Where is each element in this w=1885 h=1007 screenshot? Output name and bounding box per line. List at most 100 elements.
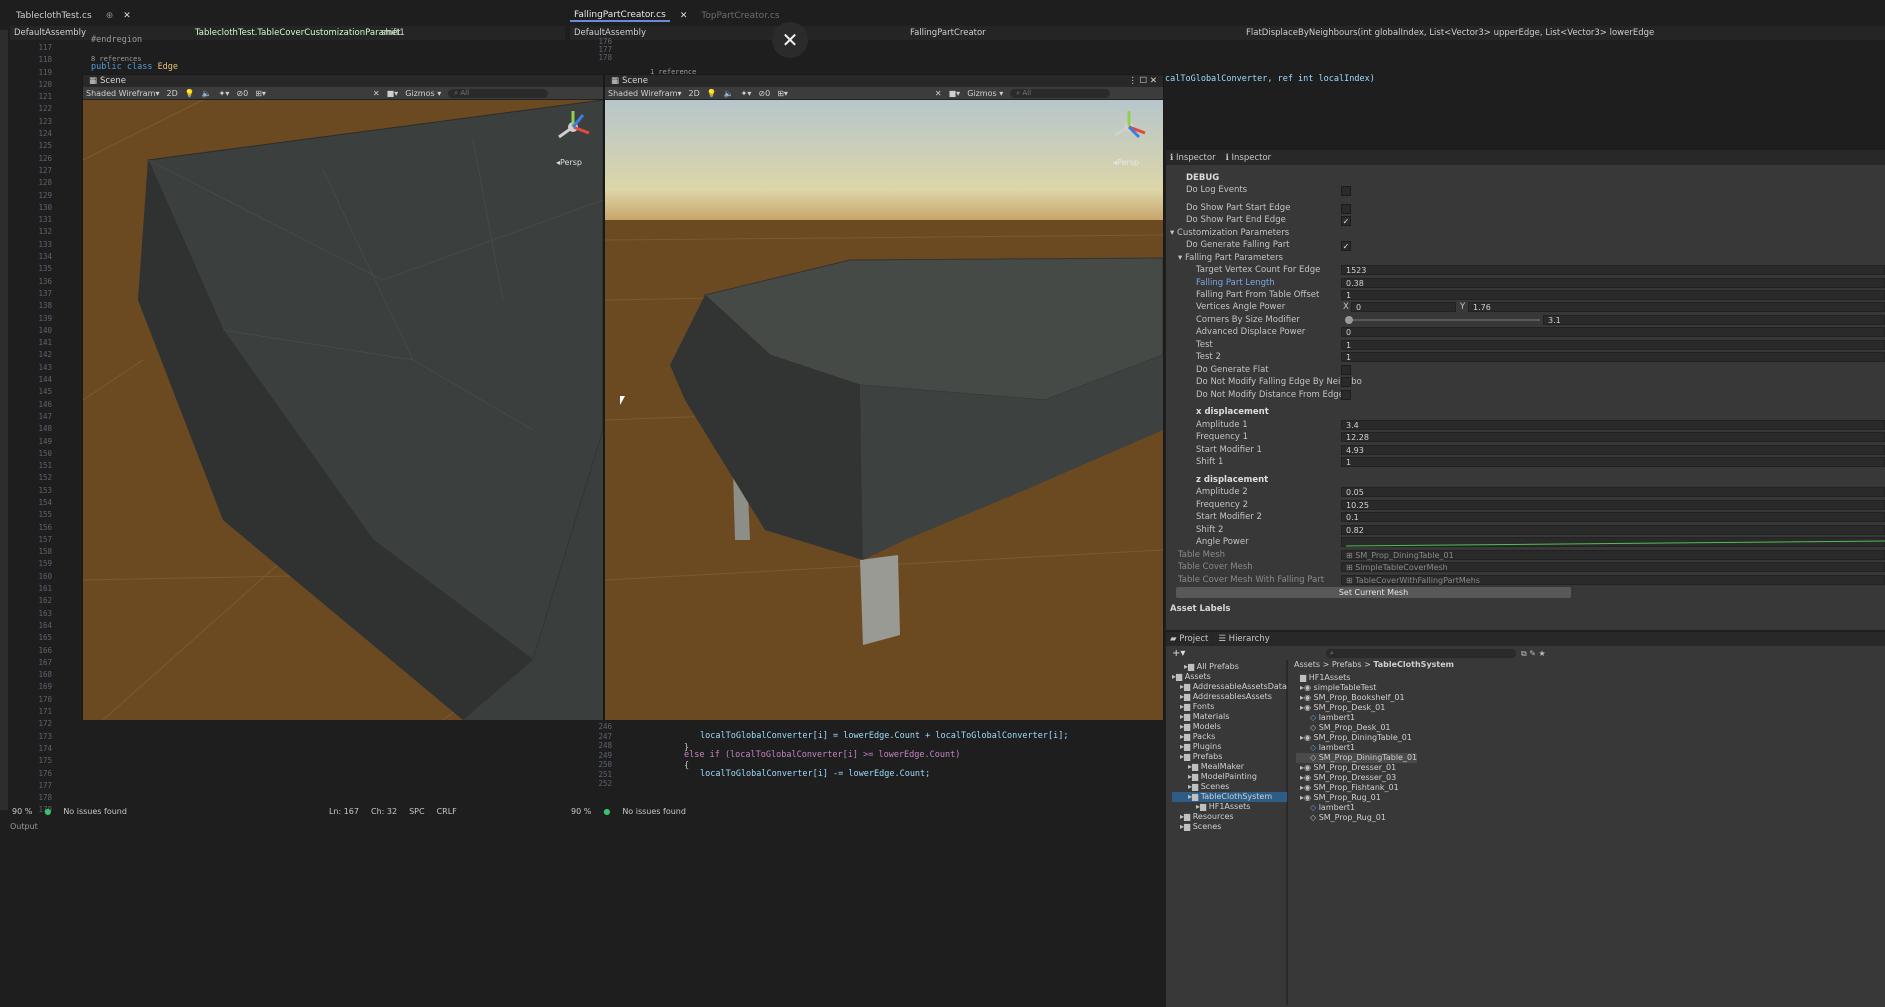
folder-tree-item[interactable]: ▸▆ Resources	[1172, 812, 1287, 822]
asset-labels-header[interactable]: Asset Labels	[1170, 604, 1230, 616]
nav-member[interactable]: shift1	[381, 28, 405, 38]
asset-list-item[interactable]: ◇ SM_Prop_Rug_01	[1296, 813, 1417, 823]
folder-tree-item[interactable]: ▸▆ All Prefabs	[1172, 662, 1287, 672]
effects-icon[interactable]: ✦▾	[741, 89, 752, 98]
lighting-icon[interactable]: 💡	[185, 89, 195, 98]
checkbox-no-modify-distance[interactable]	[1341, 390, 1351, 400]
asset-list-item[interactable]: ▸◉ SM_Prop_Fishtank_01	[1296, 783, 1417, 793]
shading-mode-dropdown[interactable]: Shaded Wirefram▾	[608, 89, 681, 98]
zoom-level[interactable]: 90 %	[571, 807, 591, 816]
field-target-vertex[interactable]: 1523	[1341, 265, 1885, 275]
scene-tab[interactable]: ▦ Scene	[83, 75, 603, 87]
asset-list-item[interactable]: ▸◉ simpleTableTest	[1296, 683, 1417, 693]
asset-list-item[interactable]: ▸◉ SM_Prop_Rug_01	[1296, 793, 1417, 803]
tab-tableclothtest[interactable]: TableclothTest.cs	[12, 11, 96, 21]
folder-tree-item[interactable]: ▸▆ TableClothSystem	[1172, 792, 1287, 802]
nav-class[interactable]: FallingPartCreator	[910, 28, 1240, 38]
line-ending[interactable]: CRLF	[437, 807, 457, 816]
slider-thumb[interactable]	[1345, 316, 1353, 324]
checkbox-no-modify-falling[interactable]	[1341, 377, 1351, 387]
folder-tree-item[interactable]: ▸▆ ModelPainting	[1172, 772, 1287, 782]
field-shift-1[interactable]: 1	[1341, 457, 1885, 467]
field-falling-length[interactable]: 0.38	[1341, 278, 1885, 288]
field-angle-y[interactable]: 1.76	[1468, 302, 1885, 312]
camera-icon[interactable]: ■▾	[949, 89, 961, 98]
close-overlay-button[interactable]: ✕	[772, 22, 808, 58]
breadcrumb-item[interactable]: Prefabs	[1332, 660, 1362, 669]
nav-assembly[interactable]: DefaultAssembly	[574, 28, 904, 38]
camera-icon[interactable]: ■▾	[387, 89, 399, 98]
folder-tree-item[interactable]: ▸▆ Packs	[1172, 732, 1287, 742]
grid-icon[interactable]: ⊞▾	[255, 89, 266, 98]
breadcrumb-item[interactable]: TableClothSystem	[1373, 660, 1454, 669]
tab-project[interactable]: ▰ Project	[1170, 634, 1208, 644]
asset-list-item[interactable]: ◇ lambert1	[1296, 713, 1417, 723]
folder-tree-item[interactable]: ▸▆ AddressableAssetsData	[1172, 682, 1287, 692]
field-start-modifier-2[interactable]: 0.1	[1341, 512, 1885, 522]
folder-tree-item[interactable]: ▸▆ Materials	[1172, 712, 1287, 722]
folder-tree-item[interactable]: ▸▆ Plugins	[1172, 742, 1287, 752]
whitespace-mode[interactable]: SPC	[409, 807, 425, 816]
gizmos-dropdown[interactable]: Gizmos ▾	[405, 89, 441, 98]
folder-tree-item[interactable]: ▸▆ AddressablesAssets	[1172, 692, 1287, 702]
scene-search-input[interactable]: ⌕ All	[1010, 88, 1111, 98]
toggle-2d-button[interactable]: 2D	[688, 89, 699, 98]
nav-method[interactable]: FlatDisplaceByNeighbours(int globalIndex…	[1246, 28, 1654, 38]
scene-viewport[interactable]	[605, 100, 1163, 720]
grid-icon[interactable]: ⊞▾	[777, 89, 788, 98]
field-cover-falling-mesh[interactable]: ⊞ TableCoverWithFallingPartMehs	[1341, 575, 1885, 585]
field-test[interactable]: 1	[1341, 340, 1885, 350]
scene-tab[interactable]: ▦ Scene ⋮ ☐ ✕	[605, 75, 1163, 87]
field-table-mesh[interactable]: ⊞ SM_Prop_DiningTable_01	[1341, 550, 1885, 560]
lighting-icon[interactable]: 💡	[707, 89, 717, 98]
checkbox-show-start-edge[interactable]	[1341, 204, 1351, 214]
add-asset-button[interactable]: +▾	[1172, 648, 1185, 659]
scene-search-input[interactable]: ⌕ All	[448, 88, 549, 98]
tab-hierarchy[interactable]: ☰ Hierarchy	[1218, 634, 1269, 644]
field-shift-2[interactable]: 0.82	[1341, 525, 1885, 535]
close-icon[interactable]: ✕	[123, 11, 131, 21]
folder-tree-item[interactable]: ▸▆ HF1Assets	[1172, 802, 1287, 812]
asset-list-item[interactable]: ▸◉ SM_Prop_Desk_01	[1296, 703, 1417, 713]
tools-icon[interactable]: ✕	[935, 89, 942, 98]
shading-mode-dropdown[interactable]: Shaded Wirefram▾	[86, 89, 159, 98]
asset-list-item[interactable]: ▸◉ SM_Prop_DiningTable_01	[1296, 733, 1417, 743]
checkbox-show-end-edge[interactable]: ✓	[1341, 216, 1351, 226]
zoom-level[interactable]: 90 %	[12, 807, 32, 816]
breadcrumb-item[interactable]: Assets	[1294, 660, 1320, 669]
project-toolbar-icons[interactable]: ⧉ ✎ ★	[1521, 649, 1546, 659]
issues-status[interactable]: No issues found	[63, 807, 127, 816]
checkbox-generate-flat[interactable]	[1341, 365, 1351, 375]
falling-part-foldout[interactable]: ▾ Falling Part Parameters	[1178, 253, 1283, 265]
field-test-2[interactable]: 1	[1341, 352, 1885, 362]
field-start-modifier-1[interactable]: 4.93	[1341, 445, 1885, 455]
checkbox-generate-falling[interactable]: ✓	[1341, 241, 1351, 251]
set-current-mesh-button[interactable]: Set Current Mesh	[1176, 587, 1571, 598]
asset-list-item[interactable]: ◇ lambert1	[1296, 803, 1417, 813]
folder-tree-item[interactable]: ▸▆ Prefabs	[1172, 752, 1287, 762]
tab-inspector-2[interactable]: ℹ Inspector	[1226, 153, 1272, 163]
field-amplitude-2[interactable]: 0.05	[1341, 487, 1885, 497]
field-advanced-displace[interactable]: 0	[1341, 327, 1885, 337]
projection-label[interactable]: ◂Persp	[556, 158, 582, 167]
field-corners-modifier[interactable]: 3.1	[1543, 315, 1885, 325]
customization-foldout[interactable]: ▾ Customization Parameters	[1170, 228, 1289, 240]
asset-list-item[interactable]: ▸◉ SM_Prop_Bookshelf_01	[1296, 693, 1417, 703]
field-angle-x[interactable]: 0	[1351, 302, 1456, 312]
asset-list-item[interactable]: ◇ SM_Prop_Desk_01	[1296, 723, 1417, 733]
folder-tree-item[interactable]: ▸▆ MealMaker	[1172, 762, 1287, 772]
folder-tree-item[interactable]: ▸▆ Scenes	[1172, 782, 1287, 792]
orientation-gizmo[interactable]	[1109, 107, 1149, 147]
asset-list-item[interactable]: ▆ HF1Assets	[1296, 673, 1417, 683]
asset-list-item[interactable]: ▸◉ SM_Prop_Dresser_01	[1296, 763, 1417, 773]
folder-tree-item[interactable]: ▸▆ Fonts	[1172, 702, 1287, 712]
toggle-2d-button[interactable]: 2D	[166, 89, 177, 98]
field-cover-mesh[interactable]: ⊞ SimpleTableCoverMesh	[1341, 562, 1885, 572]
left-side-panel[interactable]	[0, 30, 8, 810]
issues-status[interactable]: No issues found	[622, 807, 686, 816]
window-controls-icon[interactable]: ⋮ ☐ ✕	[1128, 76, 1157, 86]
field-amplitude-1[interactable]: 3.4	[1341, 420, 1885, 430]
scene-viewport[interactable]	[83, 100, 603, 720]
asset-list-item[interactable]: ▸◉ SM_Prop_Dresser_03	[1296, 773, 1417, 783]
curve-field-angle-power[interactable]	[1341, 537, 1885, 547]
